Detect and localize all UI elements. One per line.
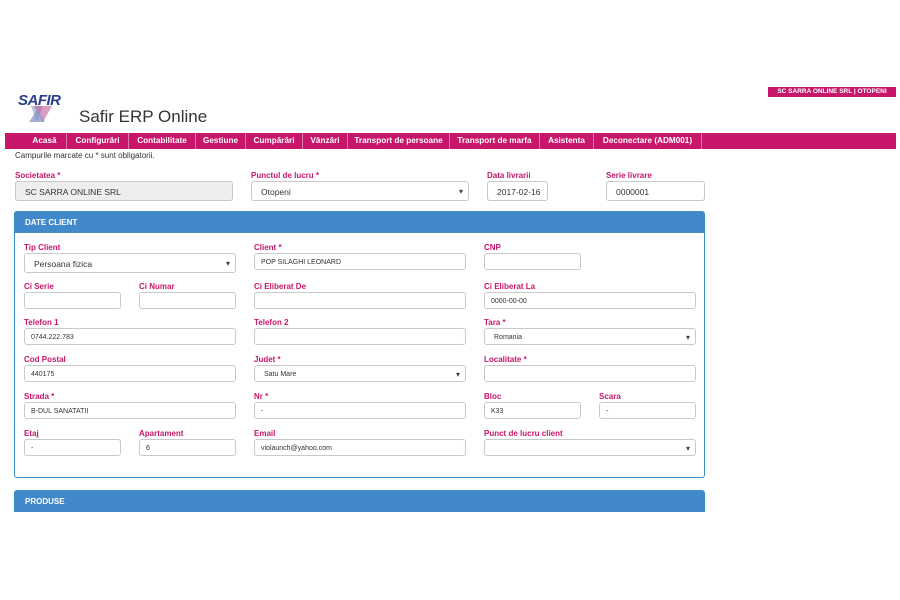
punct-lucru-label: Punctul de lucru * bbox=[251, 171, 320, 180]
nav-item-acasa[interactable]: Acasă bbox=[23, 133, 67, 149]
company-badge[interactable]: SC SARRA ONLINE SRL | OTOPENI bbox=[768, 87, 896, 97]
nav-item-contabilitate[interactable]: Contabilitate bbox=[129, 133, 196, 149]
scara-field[interactable]: - bbox=[599, 402, 696, 419]
data-livrarii-label: Data livrarii bbox=[487, 171, 531, 180]
client-panel-header: DATE CLIENT bbox=[15, 212, 704, 233]
nav-item-transport-persoane[interactable]: Transport de persoane bbox=[348, 133, 450, 149]
email-field[interactable]: violaunch@yahoo.com bbox=[254, 439, 466, 456]
etaj-field[interactable]: - bbox=[24, 439, 121, 456]
apartament-label: Apartament bbox=[139, 429, 184, 438]
data-livrarii-field[interactable]: 2017-02-16 bbox=[487, 181, 548, 201]
nr-label: Nr * bbox=[254, 392, 269, 401]
ci-serie-label: Ci Serie bbox=[24, 282, 54, 291]
cnp-field[interactable] bbox=[484, 253, 581, 270]
ci-serie-field[interactable] bbox=[24, 292, 121, 309]
nav-item-configurari[interactable]: Configurări bbox=[67, 133, 129, 149]
bloc-field[interactable]: K33 bbox=[484, 402, 581, 419]
strada-label: Strada * bbox=[24, 392, 55, 401]
nav-item-asistenta[interactable]: Asistenta bbox=[540, 133, 594, 149]
etaj-label: Etaj bbox=[24, 429, 39, 438]
ci-eliberat-la-label: Ci Eliberat La bbox=[484, 282, 536, 291]
bloc-label: Bloc bbox=[484, 392, 502, 401]
punct-livrare-label: Punct de lucru client bbox=[484, 429, 563, 438]
cnp-label: CNP bbox=[484, 243, 501, 252]
localitate-field[interactable] bbox=[484, 365, 696, 382]
ci-numar-label: Ci Numar bbox=[139, 282, 175, 291]
punct-lucru-select[interactable]: Otopeni bbox=[251, 181, 469, 201]
telefon2-field[interactable] bbox=[254, 328, 466, 345]
nr-field[interactable]: - bbox=[254, 402, 466, 419]
main-navbar: Acasă Configurări Contabilitate Gestiune… bbox=[5, 133, 896, 149]
ci-eliberat-de-field[interactable] bbox=[254, 292, 466, 309]
ci-eliberat-de-label: Ci Eliberat De bbox=[254, 282, 307, 291]
nav-item-vanzari[interactable]: Vânzări bbox=[303, 133, 348, 149]
serie-livrare-label: Serie livrare bbox=[606, 171, 652, 180]
safir-logo: SAFIR bbox=[17, 92, 73, 124]
scara-label: Scara bbox=[599, 392, 621, 401]
tip-client-select[interactable]: Persoana fizica bbox=[24, 253, 236, 273]
strada-field[interactable]: B-DUL SANATATII bbox=[24, 402, 236, 419]
products-panel-header[interactable]: PRODUSE bbox=[15, 491, 704, 512]
cod-postal-label: Cod Postal bbox=[24, 355, 66, 364]
telefon2-label: Telefon 2 bbox=[254, 318, 289, 327]
telefon1-field[interactable]: 0744.222.783 bbox=[24, 328, 236, 345]
ci-numar-field[interactable] bbox=[139, 292, 236, 309]
serie-livrare-field[interactable]: 0000001 bbox=[606, 181, 705, 201]
nav-item-deconectare[interactable]: Deconectare (ADM001) bbox=[594, 133, 702, 149]
societatea-field[interactable]: SC SARRA ONLINE SRL bbox=[15, 181, 233, 201]
nav-item-transport-marfa[interactable]: Transport de marfa bbox=[450, 133, 540, 149]
products-panel: PRODUSE bbox=[14, 490, 705, 512]
apartament-field[interactable]: 6 bbox=[139, 439, 236, 456]
tara-select[interactable]: Romania bbox=[484, 328, 696, 345]
societatea-label: Societatea * bbox=[15, 171, 61, 180]
ci-eliberat-la-field[interactable]: 0000-00-00 bbox=[484, 292, 696, 309]
judet-select[interactable]: Satu Mare bbox=[254, 365, 466, 382]
localitate-label: Localitate * bbox=[484, 355, 527, 364]
punct-livrare-select[interactable] bbox=[484, 439, 696, 456]
nav-item-cumparari[interactable]: Cumpărări bbox=[246, 133, 303, 149]
tip-client-label: Tip Client bbox=[24, 243, 61, 252]
required-fields-note: Campurile marcate cu * sunt obligatorii. bbox=[15, 151, 155, 160]
judet-label: Judet * bbox=[254, 355, 281, 364]
client-label: Client * bbox=[254, 243, 282, 252]
nav-item-gestiune[interactable]: Gestiune bbox=[196, 133, 246, 149]
cod-postal-field[interactable]: 440175 bbox=[24, 365, 236, 382]
logo-text: SAFIR bbox=[18, 92, 61, 109]
client-field[interactable]: POP SILAGHI LEONARD bbox=[254, 253, 466, 270]
tara-label: Tara * bbox=[484, 318, 506, 327]
telefon1-label: Telefon 1 bbox=[24, 318, 59, 327]
app-title: Safir ERP Online bbox=[79, 107, 208, 126]
email-label: Email bbox=[254, 429, 276, 438]
